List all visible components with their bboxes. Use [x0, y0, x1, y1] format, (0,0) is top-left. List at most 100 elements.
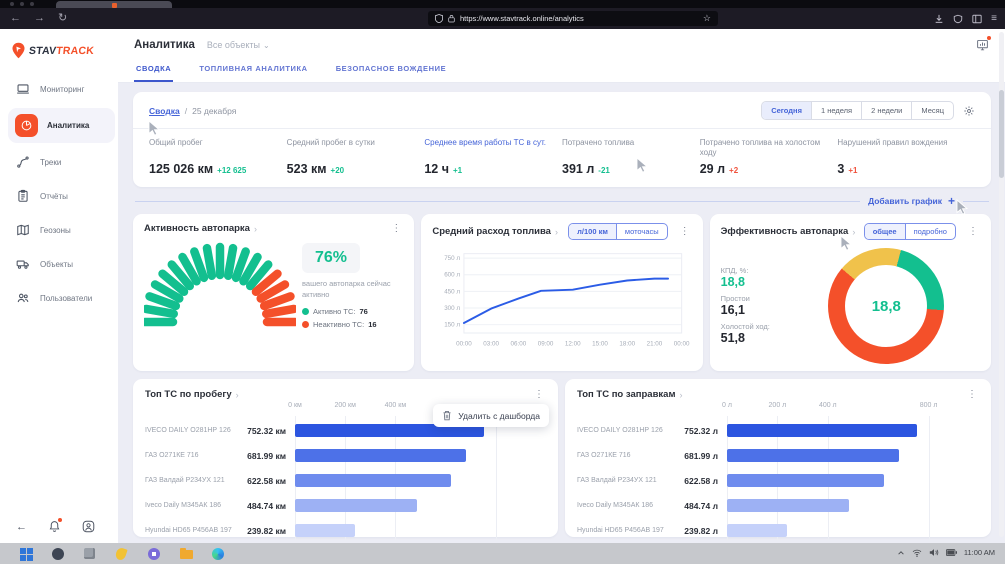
tab-0[interactable]: СВОДКА [134, 56, 173, 82]
svg-text:06:00: 06:00 [511, 341, 527, 348]
period-button[interactable]: Сегодня [762, 102, 811, 119]
tab-2[interactable]: БЕЗОПАСНОЕ ВОЖДЕНИЕ [334, 56, 449, 82]
chevron-right-icon[interactable]: › [852, 227, 855, 237]
dashboard-notification-icon[interactable] [976, 38, 989, 51]
bar[interactable] [295, 524, 355, 537]
summary-title-link[interactable]: Сводка [149, 106, 180, 116]
battery-icon[interactable] [946, 549, 957, 556]
content: Сводка / 25 декабря Сегодня1 неделя2 нед… [118, 83, 1005, 543]
file-explorer-icon[interactable] [180, 548, 193, 562]
bookmark-star-icon[interactable]: ☆ [703, 13, 711, 24]
add-chart-button[interactable]: Добавить график [868, 196, 942, 206]
bar[interactable] [295, 474, 451, 487]
legend-label: Активно ТС: [313, 307, 355, 316]
delete-from-dashboard-menu-item[interactable]: Удалить с дашборда [433, 404, 549, 427]
vehicle-name: IVECO DAILY О281НР 126 [577, 418, 673, 443]
taskbar: 11:00 AM [0, 543, 1005, 564]
window-controls[interactable] [10, 2, 34, 6]
start-button-icon[interactable] [20, 548, 33, 562]
collapse-sidebar-icon[interactable]: ← [16, 521, 27, 533]
sidebar-item-objects[interactable]: Объекты [0, 247, 118, 281]
url-text[interactable]: https://www.stavtrack.online/analytics [460, 14, 698, 23]
stat-delta: -21 [598, 166, 610, 175]
bar[interactable] [727, 449, 899, 462]
legend-dot [302, 308, 309, 315]
summary-stat: Средний пробег в сутки523 км+20 [287, 138, 425, 176]
sidebar-item-label: Треки [40, 158, 61, 167]
search-app-icon[interactable] [52, 548, 65, 562]
bar[interactable] [727, 474, 884, 487]
extensions-icon[interactable] [953, 14, 963, 24]
menu-icon[interactable]: ≡ [991, 14, 997, 24]
browser-tab[interactable] [56, 1, 172, 8]
sidebar-item-analytics[interactable]: Аналитика [8, 108, 115, 143]
objects-icon [15, 256, 31, 272]
bar[interactable] [727, 424, 917, 437]
kebab-menu-icon[interactable]: ⋮ [389, 223, 403, 234]
efficiency-stat-label: Холостой ход: [721, 322, 793, 331]
kebab-menu-icon[interactable]: ⋮ [532, 389, 546, 400]
chevron-right-icon[interactable]: › [679, 390, 682, 400]
kebab-menu-icon[interactable]: ⋮ [678, 226, 692, 237]
chevron-right-icon[interactable]: › [254, 224, 257, 234]
forward-icon[interactable]: → [34, 13, 45, 24]
sidebar-item-tracks[interactable]: Треки [0, 145, 118, 179]
bar[interactable] [295, 499, 417, 512]
vehicle-value: 752.32 км [241, 418, 295, 443]
efficiency-mode-toggle: общееподробно [864, 223, 956, 240]
volume-icon[interactable] [929, 548, 939, 557]
bar-row [727, 518, 979, 543]
cortana-app-icon[interactable] [116, 548, 129, 562]
toggle-button[interactable]: л/100 км [569, 224, 616, 239]
period-button[interactable]: Месяц [911, 102, 953, 119]
activity-legend: Активно ТС:76Неактивно ТС:16 [302, 307, 403, 329]
efficiency-stat-value: 51,8 [721, 331, 793, 345]
activity-gauge-chart [144, 234, 296, 330]
gear-icon[interactable] [963, 105, 975, 117]
axis-tick-label: 400 л [819, 402, 837, 409]
task-view-icon[interactable] [84, 548, 97, 562]
period-button[interactable]: 2 недели [861, 102, 911, 119]
object-scope-dropdown[interactable]: Все объекты⌄ [207, 40, 270, 50]
kebab-menu-icon[interactable]: ⋮ [966, 226, 980, 237]
notifications-bell-icon[interactable] [48, 520, 61, 533]
tray-chevron-icon[interactable] [897, 549, 905, 557]
sidebar-item-monitor[interactable]: Мониторинг [0, 72, 118, 106]
profile-icon[interactable] [82, 520, 95, 533]
bar[interactable] [727, 499, 849, 512]
kebab-menu-icon[interactable]: ⋮ [965, 389, 979, 400]
back-icon[interactable]: ← [10, 13, 21, 24]
sidebar-item-reports[interactable]: Отчёты [0, 179, 118, 213]
tab-1[interactable]: ТОПЛИВНАЯ АНАЛИТИКА [197, 56, 309, 82]
wifi-icon[interactable] [912, 549, 922, 557]
svg-text:150 л: 150 л [445, 322, 461, 329]
store-app-icon[interactable] [148, 548, 161, 562]
chevron-right-icon[interactable]: › [555, 227, 558, 237]
toggle-button[interactable]: общее [865, 224, 905, 239]
sidebar-item-geozones[interactable]: Геозоны [0, 213, 118, 247]
activity-card: Активность автопарка › ⋮ 76% вашего авто… [133, 214, 414, 371]
period-button[interactable]: 1 неделя [811, 102, 861, 119]
bar[interactable] [295, 449, 466, 462]
scrollbar-thumb[interactable] [999, 90, 1004, 178]
toggle-button[interactable]: моточасы [616, 224, 667, 239]
sidebar-item-label: Геозоны [40, 226, 71, 235]
clock[interactable]: 11:00 AM [964, 548, 995, 557]
logo[interactable]: STAVTRACK [0, 29, 118, 72]
bar[interactable] [727, 524, 787, 537]
reload-icon[interactable]: ↻ [58, 13, 67, 24]
stat-delta: +2 [729, 166, 738, 175]
toggle-button[interactable]: подробно [905, 224, 955, 239]
page-scrollbar[interactable] [999, 32, 1004, 537]
sidebar-item-users[interactable]: Пользователи [0, 281, 118, 315]
logo-track: TRACK [56, 45, 95, 57]
plus-icon[interactable]: + [948, 195, 955, 207]
activity-card-title: Активность автопарка [144, 223, 250, 234]
sidebar-panel-icon[interactable] [972, 14, 982, 24]
efficiency-stat-value: 16,1 [721, 303, 793, 317]
chevron-right-icon[interactable]: › [236, 390, 239, 400]
url-bar[interactable]: https://www.stavtrack.online/analytics ☆ [428, 11, 718, 26]
sidebar-item-label: Мониторинг [40, 85, 84, 94]
edge-browser-icon[interactable] [212, 548, 225, 562]
download-icon[interactable] [934, 14, 944, 24]
